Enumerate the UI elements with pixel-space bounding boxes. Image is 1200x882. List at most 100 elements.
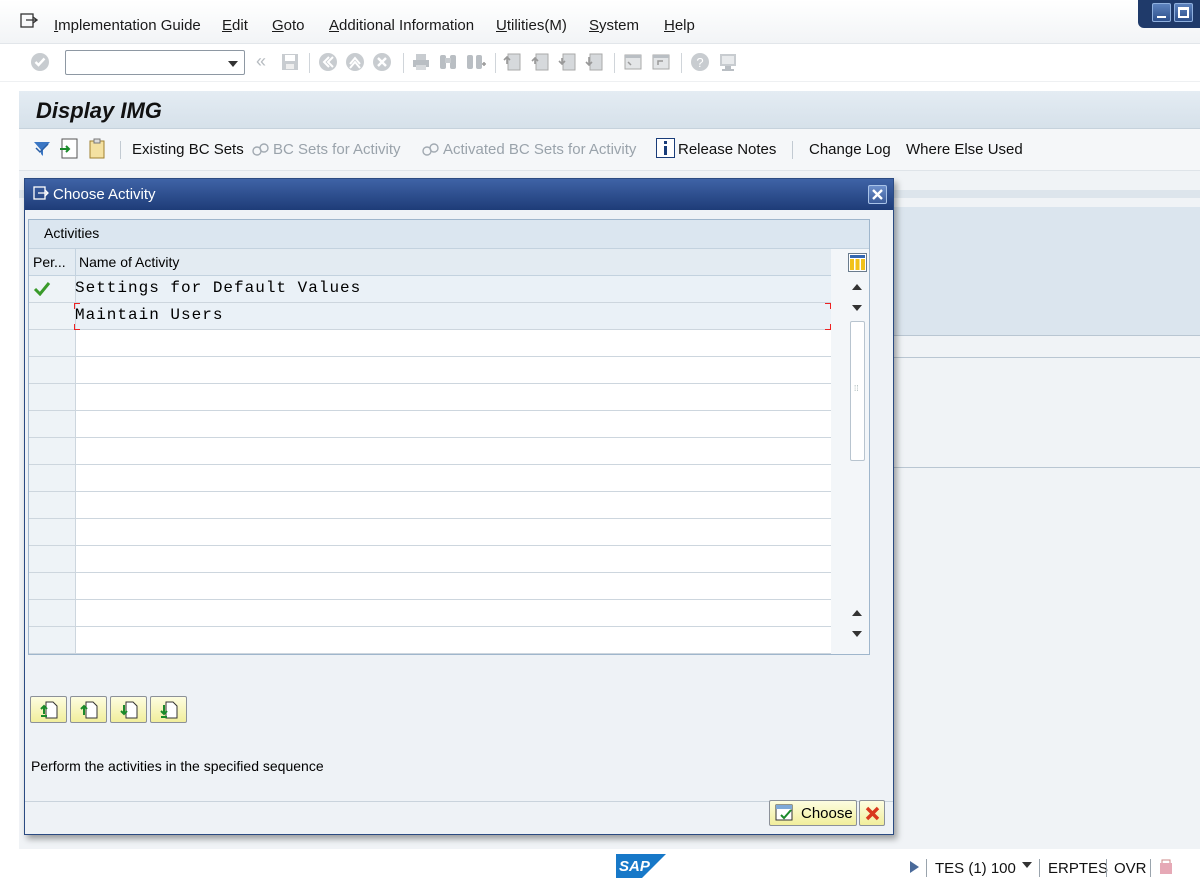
column-settings-button[interactable] [848, 253, 867, 272]
customize-layout-icon[interactable] [718, 52, 738, 72]
window-controls [1138, 0, 1200, 28]
previous-entry-button[interactable] [70, 696, 107, 723]
change-log-button[interactable]: Change Log [809, 141, 891, 158]
table-row[interactable]: Settings for Default Values [29, 276, 831, 303]
release-notes-button[interactable]: Release Notes [678, 141, 776, 158]
lock-icon [1160, 859, 1172, 874]
table-row[interactable] [29, 384, 831, 411]
table-row[interactable] [29, 330, 831, 357]
find-icon[interactable] [438, 52, 458, 72]
command-field[interactable] [65, 50, 245, 75]
dialog-menu-icon[interactable] [33, 186, 49, 201]
new-session-icon[interactable] [623, 52, 643, 72]
last-entry-button[interactable] [150, 696, 187, 723]
scroll-page-down-icon[interactable] [852, 631, 862, 637]
where-else-used-button[interactable]: Where Else Used [906, 141, 1023, 158]
chevron-down-icon[interactable] [228, 61, 238, 67]
table-row[interactable] [29, 492, 831, 519]
dialog-close-button[interactable] [868, 185, 887, 204]
first-page-icon[interactable] [503, 52, 523, 72]
choose-icon [775, 804, 793, 821]
previous-entry-icon [80, 701, 98, 719]
maximize-button[interactable] [1174, 3, 1193, 22]
table-row[interactable] [29, 546, 831, 573]
menu-edit[interactable]: Edit [222, 17, 248, 34]
system-info: TES (1) 100 [935, 860, 1016, 877]
minimize-button[interactable] [1152, 3, 1171, 22]
scroll-down-icon[interactable] [852, 305, 862, 311]
dialog-title: Choose Activity [53, 186, 156, 203]
table-caption: Activities [29, 220, 869, 249]
play-icon[interactable] [910, 861, 919, 873]
last-entry-icon [160, 701, 178, 719]
table-row[interactable] [29, 357, 831, 384]
menu-bar: Implementation Guide Edit Goto Additiona… [0, 0, 1200, 44]
checkmark-icon [33, 282, 51, 296]
sap-logo-text: SAP [619, 858, 651, 875]
choose-label: Choose [801, 805, 853, 822]
next-page-icon[interactable] [558, 52, 578, 72]
first-entry-button[interactable] [30, 696, 67, 723]
previous-page-icon[interactable] [531, 52, 551, 72]
choose-activity-dialog: Choose Activity Activities Per... Name o… [24, 178, 894, 835]
clipboard-icon[interactable] [87, 138, 107, 160]
activities-table: Activities Per... Name of Activity Setti… [28, 219, 870, 655]
activated-bc-sets-button[interactable]: Activated BC Sets for Activity [443, 141, 636, 158]
table-row[interactable] [29, 519, 831, 546]
table-row[interactable] [29, 465, 831, 492]
table-row[interactable] [29, 627, 831, 654]
back-nav-icon[interactable]: « [256, 51, 266, 72]
choose-button[interactable]: Choose [769, 800, 857, 826]
status-bar: SAP TES (1) 100 ERPTES OVR [0, 849, 1200, 882]
table-caption-text: Activities [44, 225, 100, 241]
menu-goto[interactable]: Goto [272, 17, 305, 34]
shortcut-icon[interactable] [651, 52, 671, 72]
cancel-icon[interactable] [372, 52, 392, 72]
cancel-button[interactable] [859, 800, 885, 826]
enter-icon[interactable] [30, 52, 50, 72]
system-dropdown-icon[interactable] [1022, 862, 1032, 868]
application-toolbar: Existing BC Sets BC Sets for Activity Ac… [19, 129, 1200, 171]
table-row[interactable] [29, 438, 831, 465]
menu-utilities[interactable]: Utilities(M) [496, 17, 567, 34]
next-entry-icon [120, 701, 138, 719]
background-panel [893, 207, 1200, 335]
back-icon[interactable] [318, 52, 338, 72]
insert-mode: OVR [1114, 860, 1147, 877]
activated-bc-sets-icon [422, 143, 439, 156]
close-icon [872, 189, 883, 200]
scroll-thumb[interactable]: ⁞⁞ [850, 321, 865, 461]
find-next-icon[interactable] [466, 52, 486, 72]
first-entry-icon [40, 701, 58, 719]
scroll-up-icon[interactable] [852, 610, 862, 616]
bc-sets-for-activity-button[interactable]: BC Sets for Activity [273, 141, 401, 158]
table-settings-icon [850, 255, 865, 270]
menu-implementation-guide[interactable]: Implementation Guide [54, 17, 201, 34]
svg-text:?: ? [696, 55, 703, 70]
activity-name[interactable]: Settings for Default Values [75, 279, 361, 297]
filter-icon[interactable] [32, 139, 52, 159]
existing-bc-sets-button[interactable]: Existing BC Sets [132, 141, 244, 158]
table-row[interactable] [29, 600, 831, 627]
table-row[interactable] [29, 573, 831, 600]
save-icon[interactable] [280, 52, 300, 72]
dialog-hint-text: Perform the activities in the specified … [31, 758, 324, 774]
menu-help[interactable]: Help [664, 17, 695, 34]
column-header-performed[interactable]: Per... [33, 254, 66, 270]
menu-system[interactable]: System [589, 17, 639, 34]
next-entry-button[interactable] [110, 696, 147, 723]
vertical-scrollbar[interactable]: ⁞⁞ [846, 249, 869, 654]
print-icon[interactable] [411, 52, 431, 72]
info-icon [656, 138, 675, 158]
focus-indicator [74, 303, 831, 330]
import-icon[interactable] [59, 138, 79, 160]
help-icon[interactable]: ? [690, 52, 710, 72]
scroll-page-up-icon[interactable] [852, 284, 862, 290]
table-row[interactable] [29, 411, 831, 438]
exit-icon[interactable] [345, 52, 365, 72]
menu-additional-information[interactable]: Additional Information [329, 17, 474, 34]
last-page-icon[interactable] [585, 52, 605, 72]
column-header-name[interactable]: Name of Activity [79, 254, 179, 270]
menu-icon[interactable] [20, 13, 38, 29]
page-title: Display IMG [36, 98, 162, 123]
